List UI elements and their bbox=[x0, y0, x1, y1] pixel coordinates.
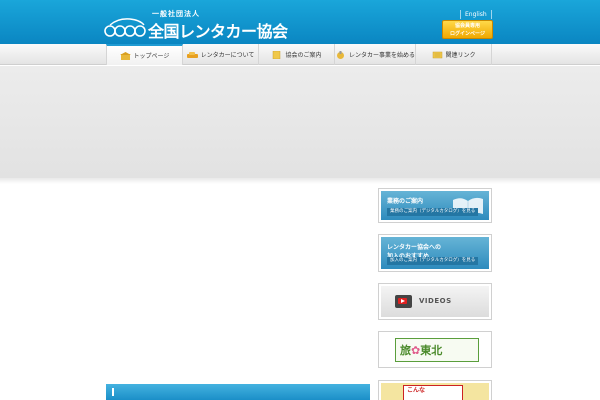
konna-text: こんな bbox=[403, 385, 463, 400]
nav-item-top[interactable]: トップページ bbox=[106, 44, 183, 65]
start-icon bbox=[337, 50, 344, 59]
videos-banner[interactable]: VIDEOS bbox=[378, 283, 492, 320]
member-button-line-2: ログインページ bbox=[450, 31, 485, 37]
hero-shadow bbox=[0, 178, 600, 184]
video-play-icon bbox=[395, 295, 412, 308]
tohoku-title: 旅✿東北 bbox=[400, 342, 442, 358]
banner-subtitle: 加入のご案内（デジタルカタログ）を見る bbox=[387, 257, 479, 265]
member-login-button[interactable]: 協会員専用 ログインページ bbox=[442, 20, 493, 39]
home-icon bbox=[119, 51, 131, 60]
org-name: 全国レンタカー協会 bbox=[148, 22, 288, 41]
join-association-banner[interactable]: レンタカー協会への 加入のおすすめ 加入のご案内（デジタルカタログ）を見る bbox=[378, 234, 492, 272]
member-button-line-1: 協会員専用 bbox=[454, 23, 480, 29]
konna-banner[interactable]: こんな bbox=[378, 380, 492, 400]
site-header: 一般社団法人 全国レンタカー協会 English 協会員専用 ログインページ bbox=[0, 0, 600, 44]
nav-label: 関連リンク bbox=[445, 52, 476, 59]
news-section-header bbox=[106, 384, 370, 400]
flower-icon: ✿ bbox=[411, 344, 421, 357]
hero-slideshow-area bbox=[0, 66, 600, 178]
site-logo[interactable]: 一般社団法人 全国レンタカー協会 bbox=[104, 7, 288, 41]
news-section-title bbox=[112, 388, 152, 396]
main-nav: トップページ レンタカーについて 協会のご案内 レンタカー事業を始める 関連リン… bbox=[0, 44, 600, 65]
nav-item-association[interactable]: 協会のご案内 bbox=[259, 44, 335, 65]
document-icon bbox=[273, 50, 281, 59]
nav-item-start-business[interactable]: レンタカー事業を始める bbox=[335, 44, 417, 65]
tabi-tohoku-banner[interactable]: 旅✿東北 bbox=[378, 331, 492, 368]
tohoku-title-tabi: 旅 bbox=[400, 344, 411, 357]
nav-item-about-rental[interactable]: レンタカーについて bbox=[183, 44, 259, 65]
banner-subtitle: 業務のご案内（デジタルカタログ）を見る bbox=[387, 208, 479, 216]
banner-title: 業務のご案内 bbox=[387, 198, 424, 205]
konna-line-1: こんな bbox=[407, 387, 426, 394]
nav-label: レンタカー事業を始める bbox=[349, 52, 416, 59]
car-icon bbox=[186, 51, 198, 58]
nav-label: レンタカーについて bbox=[200, 52, 255, 59]
banner-title-line-1: レンタカー協会への bbox=[387, 244, 442, 251]
nav-label: トップページ bbox=[133, 53, 170, 60]
english-link[interactable]: English bbox=[460, 10, 492, 19]
tohoku-title-tohoku: 東北 bbox=[420, 344, 443, 357]
nav-label: 協会のご案内 bbox=[285, 52, 322, 59]
logo-rings-icon bbox=[104, 16, 148, 38]
nav-item-links[interactable]: 関連リンク bbox=[416, 44, 493, 65]
business-guide-banner[interactable]: 業務のご案内 業務のご案内（デジタルカタログ）を見る bbox=[378, 188, 492, 223]
link-icon bbox=[432, 51, 442, 58]
videos-label: VIDEOS bbox=[419, 297, 452, 305]
